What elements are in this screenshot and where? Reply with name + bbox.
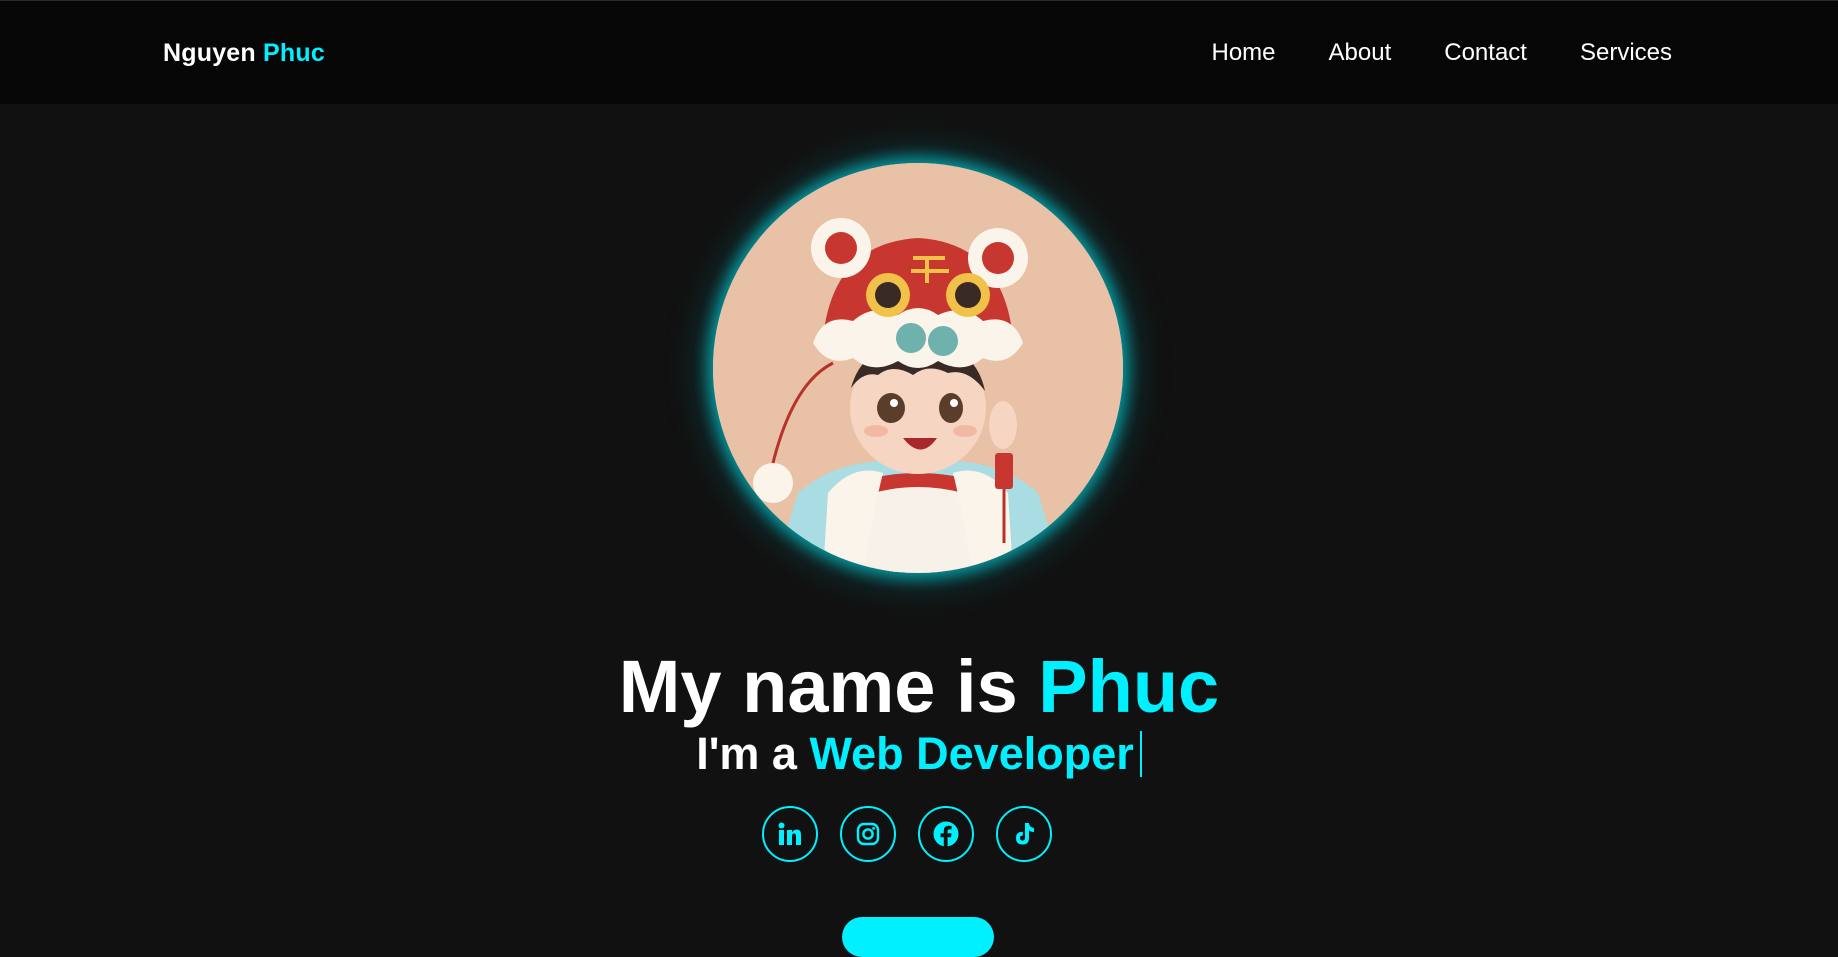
headline-prefix: My name is [618,644,1018,728]
brand-logo[interactable]: Nguyen Phuc [163,39,325,68]
linkedin-link[interactable] [762,806,818,862]
facebook-link[interactable] [918,806,974,862]
nav-home-link[interactable]: Home [1212,39,1276,67]
nav-services-link[interactable]: Services [1580,39,1672,67]
profile-avatar [713,163,1123,573]
sub-prefix: I'm a [696,728,797,780]
brand-first-name: Nguyen [163,39,256,67]
social-links [762,806,1052,862]
cta-button[interactable] [842,917,994,957]
linkedin-icon [778,822,801,845]
instagram-link[interactable] [840,806,896,862]
nav-links: Home About Contact Services [1212,39,1673,67]
nav-about-link[interactable]: About [1329,39,1392,67]
navbar: Nguyen Phuc Home About Contact Services [0,0,1838,104]
hero-subheadline: I'm a Web Developer [0,728,1838,780]
typing-cursor [1139,731,1142,778]
sub-role: Web Developer [809,728,1134,780]
nav-contact-link[interactable]: Contact [1444,39,1527,67]
tiktok-link[interactable] [996,806,1052,862]
headline-name: Phuc [1038,644,1220,728]
tiktok-icon [1016,823,1034,845]
hero-headline: My name is Phuc [0,649,1838,724]
avatar-illustration [713,163,1123,573]
brand-last-name: Phuc [263,39,325,67]
facebook-icon [933,821,959,847]
instagram-icon [856,822,880,846]
